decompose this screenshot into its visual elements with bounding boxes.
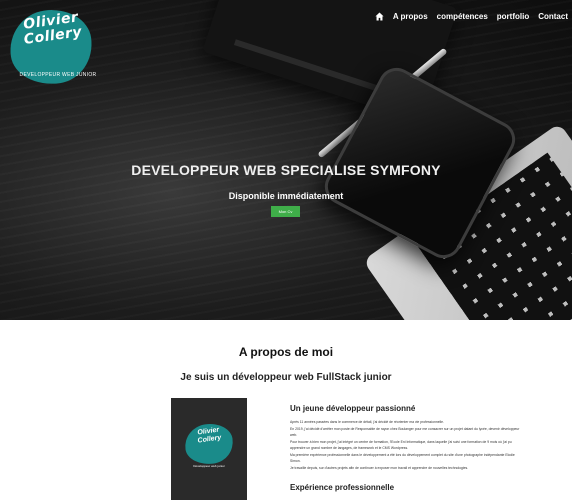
logo-tagline: DEVELOPPEUR WEB JUNIOR: [19, 72, 97, 78]
hero-banner: Olivier Collery DEVELOPPEUR WEB JUNIOR A…: [0, 0, 572, 320]
section-heading-passion: Un jeune développeur passionné: [290, 404, 416, 413]
about-subtitle: Je suis un développeur web FullStack jun…: [180, 372, 392, 383]
hero-title: DEVELOPPEUR WEB SPECIALISE SYMFONY: [131, 162, 441, 178]
about-title: A propos de moi: [238, 345, 334, 359]
about-paragraph: Je travaille depuis, sur d'autres projet…: [290, 465, 469, 470]
about-paragraph: En 2019, j'ai décidé d'arrêter mon poste…: [290, 426, 520, 438]
nav-item-a-propos[interactable]: A propos: [393, 12, 428, 21]
site-logo[interactable]: Olivier Collery DEVELOPPEUR WEB JUNIOR: [4, 4, 97, 90]
about-paragraph: Ma première expérience professionnelle d…: [290, 452, 515, 464]
nav-item-competences[interactable]: compétences: [437, 12, 488, 21]
home-icon[interactable]: [375, 12, 384, 21]
cv-button[interactable]: Mon Cv: [271, 206, 300, 217]
card-tagline: Développeur web junior: [193, 464, 225, 468]
nav-item-portfolio[interactable]: portfolio: [497, 12, 529, 21]
profile-logo-image: Olivier Collery Développeur web junior: [171, 398, 247, 500]
about-paragraph: Pour trouver à bien mon projet, j'ai int…: [290, 439, 512, 451]
nav-item-contact[interactable]: Contact: [538, 12, 568, 21]
about-text: Un jeune développeur passionné Après 11 …: [290, 404, 526, 492]
section-heading-experience: Expérience professionnelle: [290, 483, 395, 492]
hero-subtitle: Disponible immédiatement: [228, 191, 344, 201]
main-nav: A propos compétences portfolio Contact: [375, 12, 568, 21]
